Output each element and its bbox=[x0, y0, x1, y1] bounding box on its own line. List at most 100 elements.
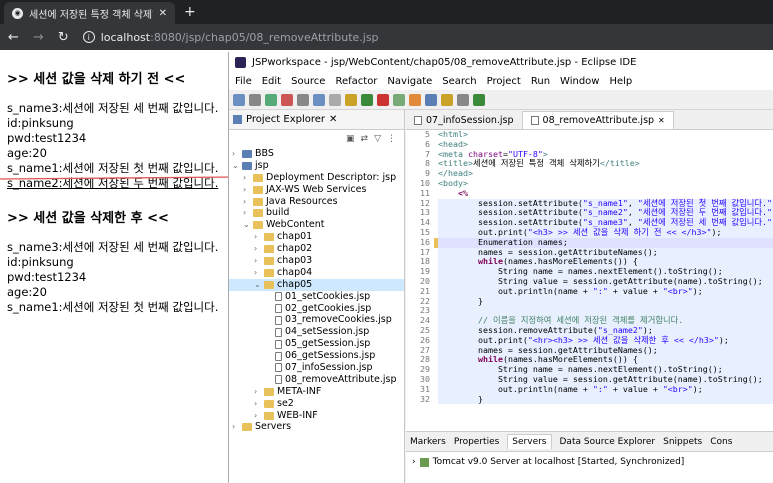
editor-tabs: 07_infoSession.jsp 08_removeAttribute.jsp… bbox=[406, 110, 773, 130]
toolbar-icon[interactable] bbox=[249, 93, 261, 106]
bottom-tab[interactable]: Cons bbox=[710, 437, 732, 447]
link-icon[interactable]: ⇄ bbox=[361, 134, 369, 144]
tree-item[interactable]: › chap03 bbox=[229, 255, 404, 267]
tree-item[interactable]: › JAX-WS Web Services bbox=[229, 184, 404, 196]
project-explorer-tab[interactable]: Project Explorer ✕ bbox=[229, 110, 404, 130]
toolbar-icon[interactable] bbox=[425, 93, 437, 106]
server-row[interactable]: › Tomcat v9.0 Server at localhost [Start… bbox=[406, 452, 773, 472]
menu-project[interactable]: Project bbox=[487, 76, 521, 87]
tree-item[interactable]: › WEB-INF bbox=[229, 410, 404, 422]
tree-item[interactable]: 08_removeAttribute.jsp bbox=[229, 374, 404, 386]
bottom-tab[interactable]: Properties bbox=[454, 437, 499, 447]
forward-button[interactable]: → bbox=[33, 30, 44, 45]
tree-item[interactable]: 03_removeCookies.jsp bbox=[229, 314, 404, 326]
toolbar-icon[interactable] bbox=[457, 93, 469, 106]
expand-icon[interactable]: › bbox=[412, 457, 416, 467]
tree-item[interactable]: › build bbox=[229, 207, 404, 219]
tree-arrow-icon[interactable]: › bbox=[243, 172, 250, 184]
tree-item[interactable]: › META-INF bbox=[229, 386, 404, 398]
tree-item[interactable]: 07_infoSession.jsp bbox=[229, 362, 404, 374]
toolbar-icon[interactable] bbox=[393, 93, 405, 106]
address-bar[interactable]: i localhost:8080/jsp/chap05/08_removeAtt… bbox=[82, 31, 379, 44]
menu-search[interactable]: Search bbox=[442, 76, 476, 87]
tree-item[interactable]: ⌄ WebContent bbox=[229, 219, 404, 231]
menu-edit[interactable]: Edit bbox=[262, 76, 281, 87]
toolbar-icon[interactable] bbox=[409, 93, 421, 106]
tree-arrow-icon[interactable]: ⌄ bbox=[232, 160, 239, 172]
tree-item[interactable]: › chap04 bbox=[229, 267, 404, 279]
reload-button[interactable]: ↻ bbox=[58, 30, 69, 45]
tree-item-label: chap03 bbox=[277, 255, 313, 267]
tree-arrow-icon[interactable]: ⌄ bbox=[243, 219, 250, 231]
toolbar-icon[interactable] bbox=[473, 93, 485, 106]
toolbar-icon[interactable] bbox=[441, 93, 453, 106]
tree-item[interactable]: › se2 bbox=[229, 398, 404, 410]
close-icon[interactable]: ✕ bbox=[329, 114, 337, 125]
new-tab-button[interactable]: + bbox=[184, 4, 196, 20]
tree-arrow-icon[interactable]: › bbox=[254, 255, 261, 267]
tree-arrow-icon[interactable]: › bbox=[243, 196, 250, 208]
tree-arrow-icon[interactable]: › bbox=[254, 231, 261, 243]
tree-item[interactable]: › BBS bbox=[229, 148, 404, 160]
browser-tab[interactable]: ◉ 세션에 저장된 특정 객체 삭제하 ✕ bbox=[4, 2, 175, 24]
back-button[interactable]: ← bbox=[8, 30, 19, 45]
tree-item[interactable]: 04_setSession.jsp bbox=[229, 326, 404, 338]
tree-arrow-icon[interactable]: › bbox=[254, 267, 261, 279]
toolbar-icon[interactable] bbox=[313, 93, 325, 106]
tree-item[interactable]: › chap01 bbox=[229, 231, 404, 243]
code-area[interactable]: 5 <html> 6 <head> 7 <meta charset="UTF-8"> 8 <t… bbox=[406, 129, 773, 405]
tree-item[interactable]: › Servers bbox=[229, 421, 404, 433]
toolbar-icon[interactable] bbox=[329, 93, 341, 106]
editor-tab[interactable]: 08_removeAttribute.jsp ✕ bbox=[521, 111, 674, 129]
filter-icon[interactable]: ▽ bbox=[374, 134, 381, 144]
menu-file[interactable]: File bbox=[235, 76, 252, 87]
tree-item[interactable]: 05_getSession.jsp bbox=[229, 338, 404, 350]
menu-window[interactable]: Window bbox=[560, 76, 599, 87]
toolbar-icon[interactable] bbox=[377, 93, 389, 106]
code-editor[interactable]: 07_infoSession.jsp 08_removeAttribute.jsp… bbox=[406, 110, 773, 431]
toolbar-icon[interactable] bbox=[281, 93, 293, 106]
tree-arrow-icon[interactable]: › bbox=[243, 184, 250, 196]
bottom-tab[interactable]: Servers bbox=[507, 434, 552, 449]
folder-icon bbox=[264, 399, 274, 408]
menu-help[interactable]: Help bbox=[609, 76, 632, 87]
tree-item[interactable]: 01_setCookies.jsp bbox=[229, 291, 404, 303]
tree-item[interactable]: › Deployment Descriptor: jsp bbox=[229, 172, 404, 184]
toolbar-icon[interactable] bbox=[345, 93, 357, 106]
tree-item[interactable]: ⌄ jsp bbox=[229, 160, 404, 172]
menu-refactor[interactable]: Refactor bbox=[335, 76, 377, 87]
tree-arrow-icon[interactable]: › bbox=[243, 207, 250, 219]
tree-arrow-icon[interactable]: › bbox=[232, 421, 239, 433]
tree-item[interactable]: › chap02 bbox=[229, 243, 404, 255]
menu-icon[interactable]: ⋮ bbox=[387, 134, 396, 144]
tree-item[interactable]: 06_getSessions.jsp bbox=[229, 350, 404, 362]
tree-item[interactable]: 02_getCookies.jsp bbox=[229, 303, 404, 315]
tree-arrow-icon[interactable]: › bbox=[254, 243, 261, 255]
toolbar-icon[interactable] bbox=[361, 93, 373, 106]
menu-navigate[interactable]: Navigate bbox=[387, 76, 432, 87]
tree-arrow-icon[interactable]: ⌄ bbox=[254, 279, 261, 291]
explorer-toolbar: ▣ ⇄ ▽ ⋮ bbox=[229, 130, 404, 148]
folder-icon bbox=[264, 411, 274, 420]
tree-item[interactable]: › Java Resources bbox=[229, 196, 404, 208]
collapse-icon[interactable]: ▣ bbox=[346, 134, 355, 144]
bottom-tab[interactable]: Snippets bbox=[663, 437, 702, 447]
tree-arrow-icon[interactable]: › bbox=[254, 386, 261, 398]
proj-icon bbox=[242, 161, 252, 170]
bottom-tab[interactable]: Data Source Explorer bbox=[560, 437, 656, 447]
toolbar-icon[interactable] bbox=[233, 93, 245, 106]
info-icon[interactable]: i bbox=[82, 31, 95, 43]
close-tab-icon[interactable]: ✕ bbox=[159, 8, 167, 19]
tree-arrow-icon[interactable]: › bbox=[232, 148, 239, 160]
tree-arrow-icon[interactable]: › bbox=[254, 398, 261, 410]
tree-item[interactable]: ⌄ chap05 bbox=[229, 278, 404, 291]
menu-run[interactable]: Run bbox=[531, 76, 550, 87]
menu-source[interactable]: Source bbox=[291, 76, 325, 87]
close-icon[interactable]: ✕ bbox=[658, 116, 665, 125]
tree-arrow-icon[interactable]: › bbox=[254, 410, 261, 422]
bottom-tab[interactable]: Markers bbox=[410, 437, 446, 447]
toolbar-icon[interactable] bbox=[265, 93, 277, 106]
session-line: s_name1:세션에 저장된 첫 번째 값입니다. bbox=[7, 300, 219, 314]
editor-tab[interactable]: 07_infoSession.jsp bbox=[406, 111, 522, 129]
toolbar-icon[interactable] bbox=[297, 93, 309, 106]
